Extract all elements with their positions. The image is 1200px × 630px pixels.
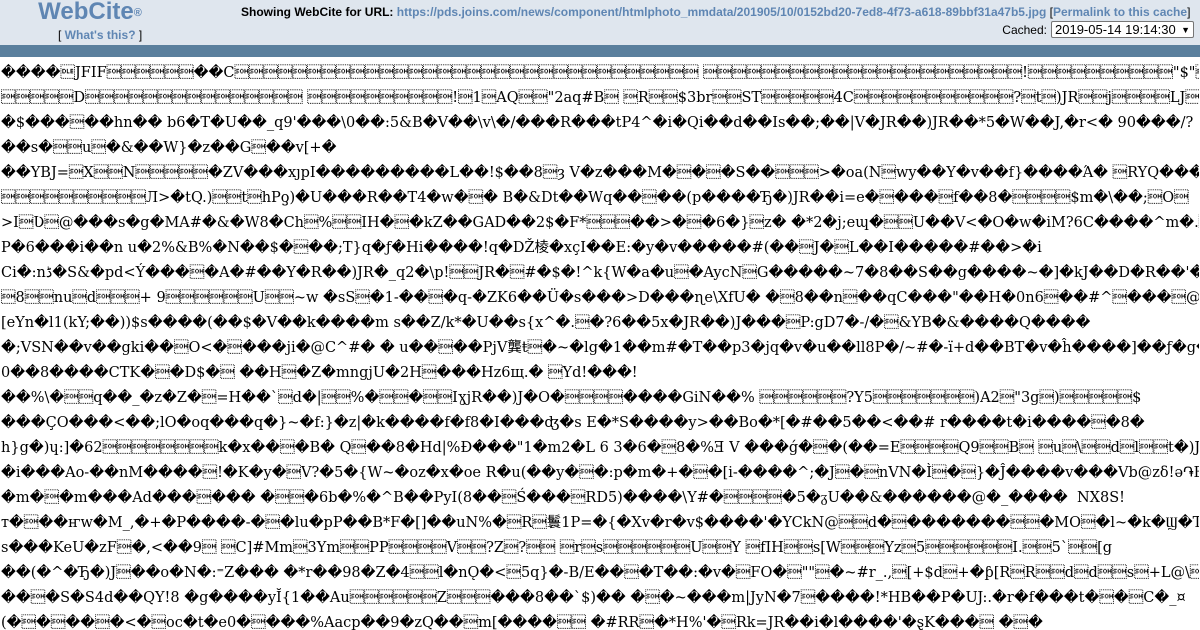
content-line: �m��m���Ad������ ��6b�%�^B��PyI(8��… <box>1 490 1125 506</box>
whats-open-bracket: [ <box>58 28 65 42</box>
url-label: Showing WebCite for URL: <box>241 5 394 19</box>
content-line: [eYn�l1(kY;��))$s����(��$�V��k����m s��Z… <box>1 315 1091 331</box>
content-line: ����JFIF��C… <box>1 65 1199 81</box>
permalink-link[interactable]: Permalink to this cache <box>1053 5 1187 19</box>
content-line: �$�����hn�� b6�T�U��_q9'���\0��:5&B�V��… <box>1 115 1194 131</box>
content-line: ��s�u�&��W}�z��G��v[+� <box>1 140 337 156</box>
content-line: 0��8����CTK��D$� ��H�Z�mngjU�2H���Hz… <box>1 365 638 381</box>
cached-date-select[interactable]: 2019-05-14 19:14:30 ▼ <box>1051 21 1194 38</box>
content-line: (�����<�oc�t�e0����%Aacp��9�zQ��m[… <box>1 615 1043 630</box>
archived-url-link[interactable]: https://pds.joins.com/news/component/htm… <box>397 5 1047 19</box>
header-divider-bar <box>0 45 1200 57</box>
whats-this-container: [ What's this? ] <box>58 28 142 42</box>
content-line: ��%\�q��_�z�Z�=H��`d�|%��IɣjR�… <box>1 390 1142 406</box>
content-line: s���KeU�zF�,<��9 C]#Mm3YmPPV… <box>1 540 1113 556</box>
permalink-close-bracket: ] <box>1187 5 1191 19</box>
content-line: D !1AQ… <box>1 90 1199 106</box>
content-line: ���S�S4d��QY!8 �g����yĬ{1��AuZ… <box>1 590 1186 606</box>
dropdown-arrow-icon: ▼ <box>1181 24 1190 35</box>
raw-binary-content: ����JFIF��C… <box>1 61 1199 630</box>
content-line: т���ҥw�M_,�+�P����-��lu�pP��B*F�[]��uN… <box>1 515 1199 531</box>
registered-mark: ® <box>133 7 142 19</box>
content-line: ���ÇO���<��;lO�oq���q�}~�f:}�z|�k����f�f… <box>1 415 1145 431</box>
whats-close-bracket: ] <box>135 28 143 42</box>
content-line: �i���Ao-��nM����!�K�y�V?�5�{W~�oz�x�oe… <box>1 465 1199 481</box>
webcite-header: WebCite® [ What's this? ] Showing WebCit… <box>0 0 1200 45</box>
content-line: ��YBJ=XN�ZV���xȷpI���������L��!$… <box>1 165 1199 181</box>
logo-text: WebCite <box>38 0 134 25</box>
logo-area: WebCite® <box>0 0 180 24</box>
content-line: P�6���i��n u�2%&B%�N��$���;T}q�ƒ�Hi����… <box>1 240 1042 256</box>
content-line: ��(�^�Ђ�)J��o�N�:⁼Z��� �*r��98�Z�4l�n… <box>1 565 1199 581</box>
cached-row: Cached: 2019-05-14 19:14:30 ▼ <box>1002 21 1194 38</box>
cached-date-value: 2019-05-14 19:14:30 <box>1055 22 1176 37</box>
whats-this-link[interactable]: What's this? <box>65 28 136 42</box>
content-line: �;VSN��v��gki��O<����ji�@C^#� � u����… <box>1 340 1199 356</box>
content-line: Л>�tQ.)thPƍ)�U���R��T4�w��… <box>1 190 1189 206</box>
url-line: Showing WebCite for URL: https://pds.joi… <box>241 5 1190 19</box>
content-line: >IƲ@���s�g�MA#�&�W8�Ch%IH��kZ��GAD… <box>1 215 1199 231</box>
webcite-logo[interactable]: WebCite® <box>38 0 142 24</box>
content-line: 8nud+ 9U~w �sS�1-���q-�… <box>1 290 1199 306</box>
content-line: Ci�:nڈ�S&�pd<Ý����A�#��Y�R��)JR�_q2�\p!… <box>1 265 1199 281</box>
cached-label: Cached: <box>1002 22 1047 37</box>
content-line: h}g�)ɥ:]�62k�x���B� Q��8�Hd|%Đ… <box>1 440 1199 456</box>
